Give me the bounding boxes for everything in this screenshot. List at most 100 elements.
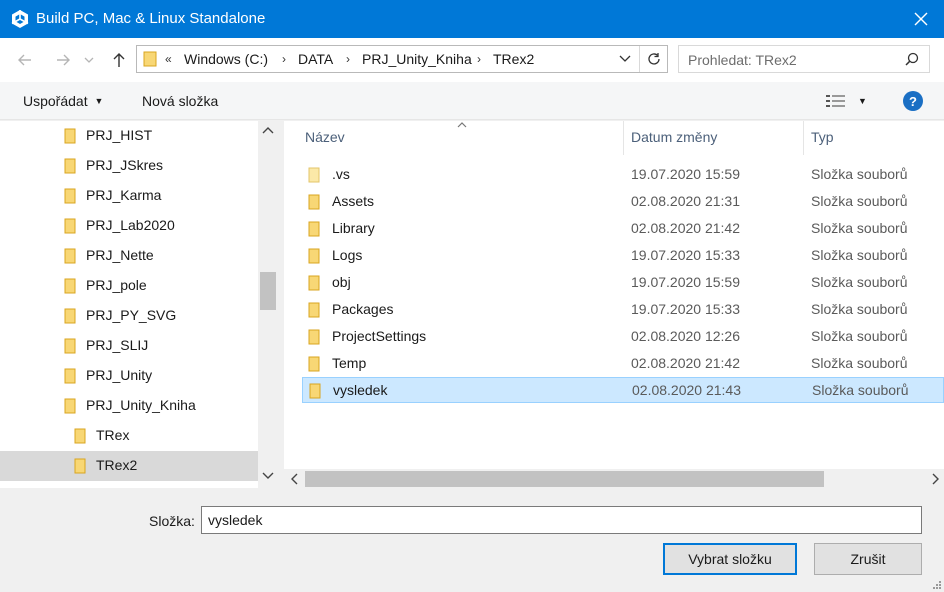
folder-icon: [64, 368, 76, 384]
file-type: Složka souborů: [811, 220, 908, 236]
file-row[interactable]: .vs 19.07.2020 15:59 Složka souborů: [302, 162, 944, 188]
new-folder-button[interactable]: Nová složka: [142, 93, 218, 109]
sort-ascending-icon: [457, 122, 467, 128]
file-type: Složka souborů: [811, 166, 908, 182]
tree-item-label: PRJ_Nette: [86, 247, 154, 263]
tree-item-trex2[interactable]: TRex2: [0, 451, 258, 481]
folder-icon: [64, 308, 76, 324]
overflow-indicator[interactable]: «: [165, 52, 172, 66]
tree-item-label: PRJ_PY_SVG: [86, 307, 177, 323]
tree-item-prj-jskres[interactable]: PRJ_JSkres: [0, 151, 258, 181]
column-header-type[interactable]: Typ: [811, 129, 834, 145]
folder-icon: [308, 275, 320, 291]
unity-logo-icon: [11, 10, 29, 28]
file-type: Složka souborů: [811, 355, 908, 371]
folder-icon: [308, 248, 320, 264]
column-divider[interactable]: [623, 121, 624, 155]
column-header-name[interactable]: Název: [305, 129, 345, 145]
tree-item-prj-unity-kniha[interactable]: PRJ_Unity_Kniha: [0, 391, 258, 421]
tree-item-trex[interactable]: TRex: [0, 421, 258, 451]
breadcrumb-current[interactable]: TRex2: [493, 51, 534, 67]
scroll-up-icon[interactable]: [261, 125, 275, 135]
column-header-date[interactable]: Datum změny: [631, 129, 717, 145]
tree-item-label: TRex: [96, 427, 130, 443]
column-divider[interactable]: [803, 121, 804, 155]
tree-scroll-thumb[interactable]: [260, 272, 276, 310]
forward-button[interactable]: [51, 48, 75, 72]
address-bar[interactable]: « Windows (C:) › DATA › PRJ_Unity_Kniha …: [136, 45, 668, 73]
file-type: Složka souborů: [811, 247, 908, 263]
file-row[interactable]: obj 19.07.2020 15:59 Složka souborů: [302, 270, 944, 296]
tree-item-label: PRJ_HIST: [86, 127, 153, 143]
search-box[interactable]: Prohledat: TRex2: [678, 45, 930, 73]
tree-item-prj-nette[interactable]: PRJ_Nette: [0, 241, 258, 271]
tree-item-prj-lab2020[interactable]: PRJ_Lab2020: [0, 211, 258, 241]
folder-label: Složka:: [149, 513, 195, 529]
view-dropdown-icon[interactable]: ▼: [858, 96, 867, 106]
view-options-button[interactable]: [826, 94, 846, 111]
chevron-down-icon: [84, 57, 94, 63]
tree-item-prj-karma[interactable]: PRJ_Karma: [0, 181, 258, 211]
folder-icon: [308, 356, 320, 372]
folder-icon: [74, 458, 86, 474]
folder-icon: [64, 188, 76, 204]
scroll-right-icon[interactable]: [931, 472, 941, 486]
tree-scrollbar[interactable]: [258, 121, 278, 488]
chevron-right-icon[interactable]: ›: [282, 52, 286, 66]
breadcrumb-data[interactable]: DATA: [298, 51, 333, 67]
scroll-left-icon[interactable]: [289, 472, 299, 486]
file-date: 02.08.2020 21:43: [632, 382, 741, 398]
tree-item-label: PRJ_pole: [86, 277, 147, 293]
recent-locations-button[interactable]: [81, 48, 97, 72]
arrow-up-icon: [113, 53, 125, 67]
breadcrumb-drive[interactable]: Windows (C:): [184, 51, 268, 67]
tree-item-prj-slij[interactable]: PRJ_SLIJ: [0, 331, 258, 361]
arrow-right-icon: [57, 54, 70, 66]
file-name: vysledek: [333, 382, 388, 398]
file-row-selected[interactable]: vysledek 02.08.2020 21:43 Složka souborů: [302, 377, 944, 403]
hscroll-thumb[interactable]: [305, 471, 824, 487]
search-icon[interactable]: [905, 52, 919, 66]
folder-icon: [64, 278, 76, 294]
file-date: 19.07.2020 15:59: [631, 166, 740, 182]
refresh-button[interactable]: [639, 46, 667, 72]
dialog-footer: [0, 489, 944, 592]
tree-item-label: PRJ_Unity_Kniha: [86, 397, 196, 413]
select-folder-button[interactable]: Vybrat složku: [663, 543, 797, 575]
file-date: 02.08.2020 21:42: [631, 355, 740, 371]
file-row[interactable]: ProjectSettings 02.08.2020 12:26 Složka …: [302, 324, 944, 350]
back-button[interactable]: [13, 48, 37, 72]
chevron-right-icon[interactable]: ›: [346, 52, 350, 66]
resize-grip-icon[interactable]: [932, 580, 942, 590]
scroll-down-icon[interactable]: [261, 471, 275, 481]
tree-item-prj-py-svg[interactable]: PRJ_PY_SVG: [0, 301, 258, 331]
tree-item-prj-hist[interactable]: PRJ_HIST: [0, 121, 258, 151]
breadcrumb-project[interactable]: PRJ_Unity_Kniha: [362, 51, 472, 67]
file-row[interactable]: Assets 02.08.2020 21:31 Složka souborů: [302, 189, 944, 215]
folder-name-input[interactable]: vysledek: [201, 506, 922, 534]
chevron-right-icon[interactable]: ›: [477, 52, 481, 66]
arrow-left-icon: [18, 54, 31, 66]
tree-item-label: PRJ_Unity: [86, 367, 153, 383]
file-row[interactable]: Temp 02.08.2020 21:42 Složka souborů: [302, 351, 944, 377]
file-type: Složka souborů: [811, 328, 908, 344]
address-dropdown-icon[interactable]: [619, 52, 631, 64]
dropdown-arrow-icon: ▼: [94, 96, 104, 106]
organize-label: Uspořádat: [23, 93, 88, 109]
file-row[interactable]: Logs 19.07.2020 15:33 Složka souborů: [302, 243, 944, 269]
up-button[interactable]: [107, 48, 131, 72]
tree-item-prj-pole[interactable]: PRJ_pole: [0, 271, 258, 301]
file-row[interactable]: Library 02.08.2020 21:42 Složka souborů: [302, 216, 944, 242]
file-list-hscrollbar[interactable]: [284, 469, 944, 489]
tree-item-prj-unity[interactable]: PRJ_Unity: [0, 361, 258, 391]
file-date: 19.07.2020 15:33: [631, 247, 740, 263]
help-icon[interactable]: ?: [903, 91, 923, 111]
file-row[interactable]: Packages 19.07.2020 15:33 Složka souborů: [302, 297, 944, 323]
organize-button[interactable]: Uspořádat ▼: [23, 93, 103, 109]
cancel-button[interactable]: Zrušit: [814, 543, 922, 575]
tree-item-partial[interactable]: [0, 481, 258, 488]
close-button[interactable]: [898, 0, 944, 38]
file-name: obj: [332, 274, 351, 290]
file-date: 02.08.2020 21:42: [631, 220, 740, 236]
window-title: Build PC, Mac & Linux Standalone: [36, 10, 266, 27]
